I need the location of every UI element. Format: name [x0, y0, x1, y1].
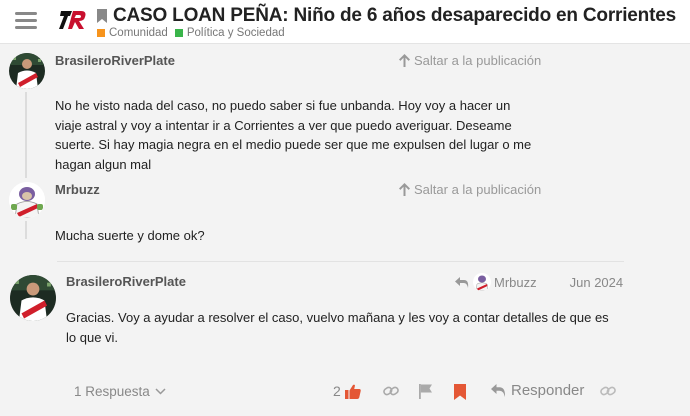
thumbs-up-icon — [344, 384, 361, 399]
reply-label: Responder — [511, 382, 585, 399]
arrow-up-icon — [399, 183, 410, 196]
thread-line — [25, 92, 27, 178]
reply-button[interactable]: Responder — [491, 382, 584, 399]
post-actions: 1 Respuesta 2 Responder — [0, 381, 690, 405]
category-color-swatch — [174, 29, 183, 37]
arrow-up-icon — [399, 54, 410, 67]
post-date[interactable]: Jun 2024 — [570, 275, 624, 290]
post-text: Gracias. Voy a ayudar a resolver el caso… — [66, 310, 609, 345]
post-body: No he visto nada del caso, no puedo sabe… — [55, 96, 535, 174]
like-button[interactable]: 2 — [333, 383, 361, 399]
reply-arrow-icon — [455, 276, 469, 288]
post-stream: BrasileroRiverPlate Saltar a la publicac… — [0, 45, 690, 416]
post-body: Gracias. Voy a ayudar a resolver el caso… — [66, 308, 616, 347]
jump-label: Saltar a la publicación — [414, 182, 542, 197]
link-icon — [600, 386, 616, 396]
category-color-swatch — [97, 29, 105, 37]
bookmark-button[interactable] — [454, 384, 466, 400]
copy-link-button[interactable] — [383, 384, 399, 398]
jump-to-post-link[interactable]: Saltar a la publicación — [399, 53, 541, 68]
post-body: Mucha suerte y dome ok? — [55, 226, 535, 246]
post-divider — [57, 261, 624, 262]
bookmark-icon — [97, 9, 107, 23]
jump-label: Saltar a la publicación — [414, 53, 542, 68]
flag-icon — [419, 384, 432, 399]
flag-button[interactable] — [419, 384, 432, 399]
bookmark-icon — [454, 384, 466, 400]
top-header: CASO LOAN PEÑA: Niño de 6 años desaparec… — [0, 0, 690, 44]
link-icon — [383, 386, 399, 396]
avatar[interactable] — [10, 275, 56, 321]
topic-title[interactable]: CASO LOAN PEÑA: Niño de 6 años desaparec… — [113, 5, 676, 27]
reply-to-tab[interactable]: Mrbuzz — [455, 273, 537, 291]
replies-label: 1 Respuesta — [74, 384, 150, 399]
show-replies-button[interactable]: 1 Respuesta — [74, 384, 166, 399]
share-link-button[interactable] — [600, 384, 616, 398]
hamburger-icon[interactable] — [15, 12, 37, 30]
reply-arrow-icon — [491, 384, 505, 397]
post-text: Mucha suerte y dome ok? — [55, 228, 205, 243]
post-username[interactable]: BrasileroRiverPlate — [66, 274, 186, 289]
like-count: 2 — [333, 383, 341, 399]
post-username[interactable]: Mrbuzz — [55, 182, 100, 197]
category-comunidad[interactable]: Comunidad — [97, 27, 168, 39]
thread-line — [25, 221, 27, 239]
site-logo[interactable] — [59, 8, 87, 32]
topic-title-row: CASO LOAN PEÑA: Niño de 6 años desaparec… — [97, 5, 676, 27]
post-username[interactable]: BrasileroRiverPlate — [55, 53, 175, 68]
chevron-down-icon — [155, 388, 166, 395]
category-politica[interactable]: Política y Sociedad — [174, 27, 285, 39]
post-meta: Mrbuzz Jun 2024 — [455, 273, 623, 291]
post-text: No he visto nada del caso, no puedo sabe… — [55, 98, 532, 172]
reply-to-avatar — [473, 273, 491, 291]
jump-to-post-link[interactable]: Saltar a la publicación — [399, 182, 541, 197]
avatar[interactable] — [9, 53, 45, 89]
category-label: Política y Sociedad — [186, 27, 285, 39]
reply-to-username: Mrbuzz — [494, 274, 537, 290]
category-list: Comunidad Política y Sociedad — [97, 27, 292, 39]
avatar[interactable] — [9, 182, 45, 218]
category-label: Comunidad — [109, 27, 168, 39]
